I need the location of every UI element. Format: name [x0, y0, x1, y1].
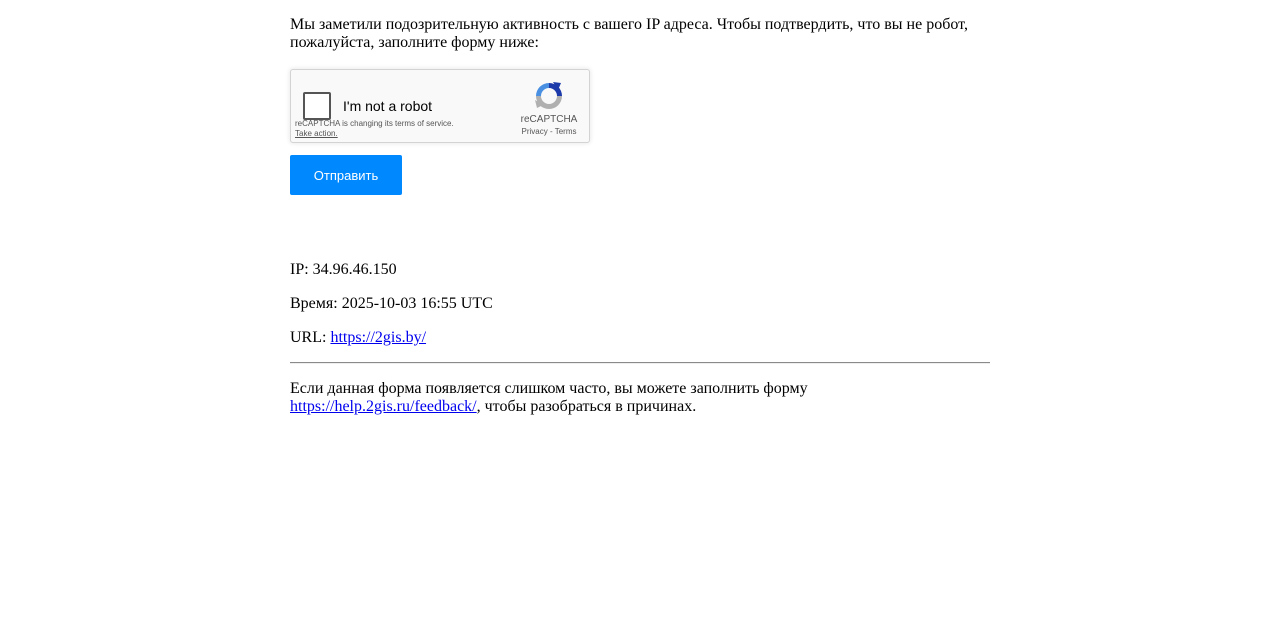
recaptcha-widget: I'm not a robot reCAPTCHA is changing it… [290, 69, 590, 143]
ip-label: IP: [290, 261, 313, 278]
captcha-notice-text: reCAPTCHA is changing its terms of servi… [295, 119, 454, 128]
captcha-label: I'm not a robot [343, 98, 433, 114]
footer-text-before: Если данная форма появляется слишком час… [290, 380, 808, 397]
divider [290, 362, 990, 364]
feedback-link[interactable]: https://help.2gis.ru/feedback/ [290, 398, 477, 415]
captcha-terms-link[interactable]: Terms [555, 127, 577, 136]
ip-value: 34.96.46.150 [312, 261, 397, 278]
page-container: Мы заметили подозрительную активность с … [290, 0, 990, 416]
url-label: URL: [290, 329, 331, 346]
captcha-checkbox[interactable] [303, 92, 331, 120]
captcha-notice: reCAPTCHA is changing its terms of servi… [295, 119, 454, 139]
intro-text: Мы заметили подозрительную активность с … [290, 16, 968, 51]
captcha-privacy-link[interactable]: Privacy [522, 127, 548, 136]
footer-note: Если данная форма появляется слишком час… [290, 380, 990, 416]
captcha-take-action-link[interactable]: Take action. [295, 129, 454, 139]
url-line: URL: https://2gis.by/ [290, 329, 990, 347]
captcha-links-separator: - [547, 127, 555, 136]
url-link[interactable]: https://2gis.by/ [330, 329, 426, 346]
submit-button[interactable]: Отправить [290, 155, 402, 195]
captcha-brand: reCAPTCHA [520, 114, 578, 125]
footer-text-after: , чтобы разобраться в причинах. [476, 398, 697, 415]
info-block: IP: 34.96.46.150 Время: 2025-10-03 16:55… [290, 261, 990, 347]
time-line: Время: 2025-10-03 16:55 UTC [290, 295, 990, 313]
recaptcha-logo-icon [519, 80, 579, 112]
ip-line: IP: 34.96.46.150 [290, 261, 990, 279]
time-value: 2025-10-03 16:55 UTC [341, 295, 493, 312]
captcha-logo-block: reCAPTCHA Privacy - Terms [519, 80, 579, 136]
captcha-links: Privacy - Terms [519, 127, 579, 136]
time-label: Время: [290, 295, 342, 312]
